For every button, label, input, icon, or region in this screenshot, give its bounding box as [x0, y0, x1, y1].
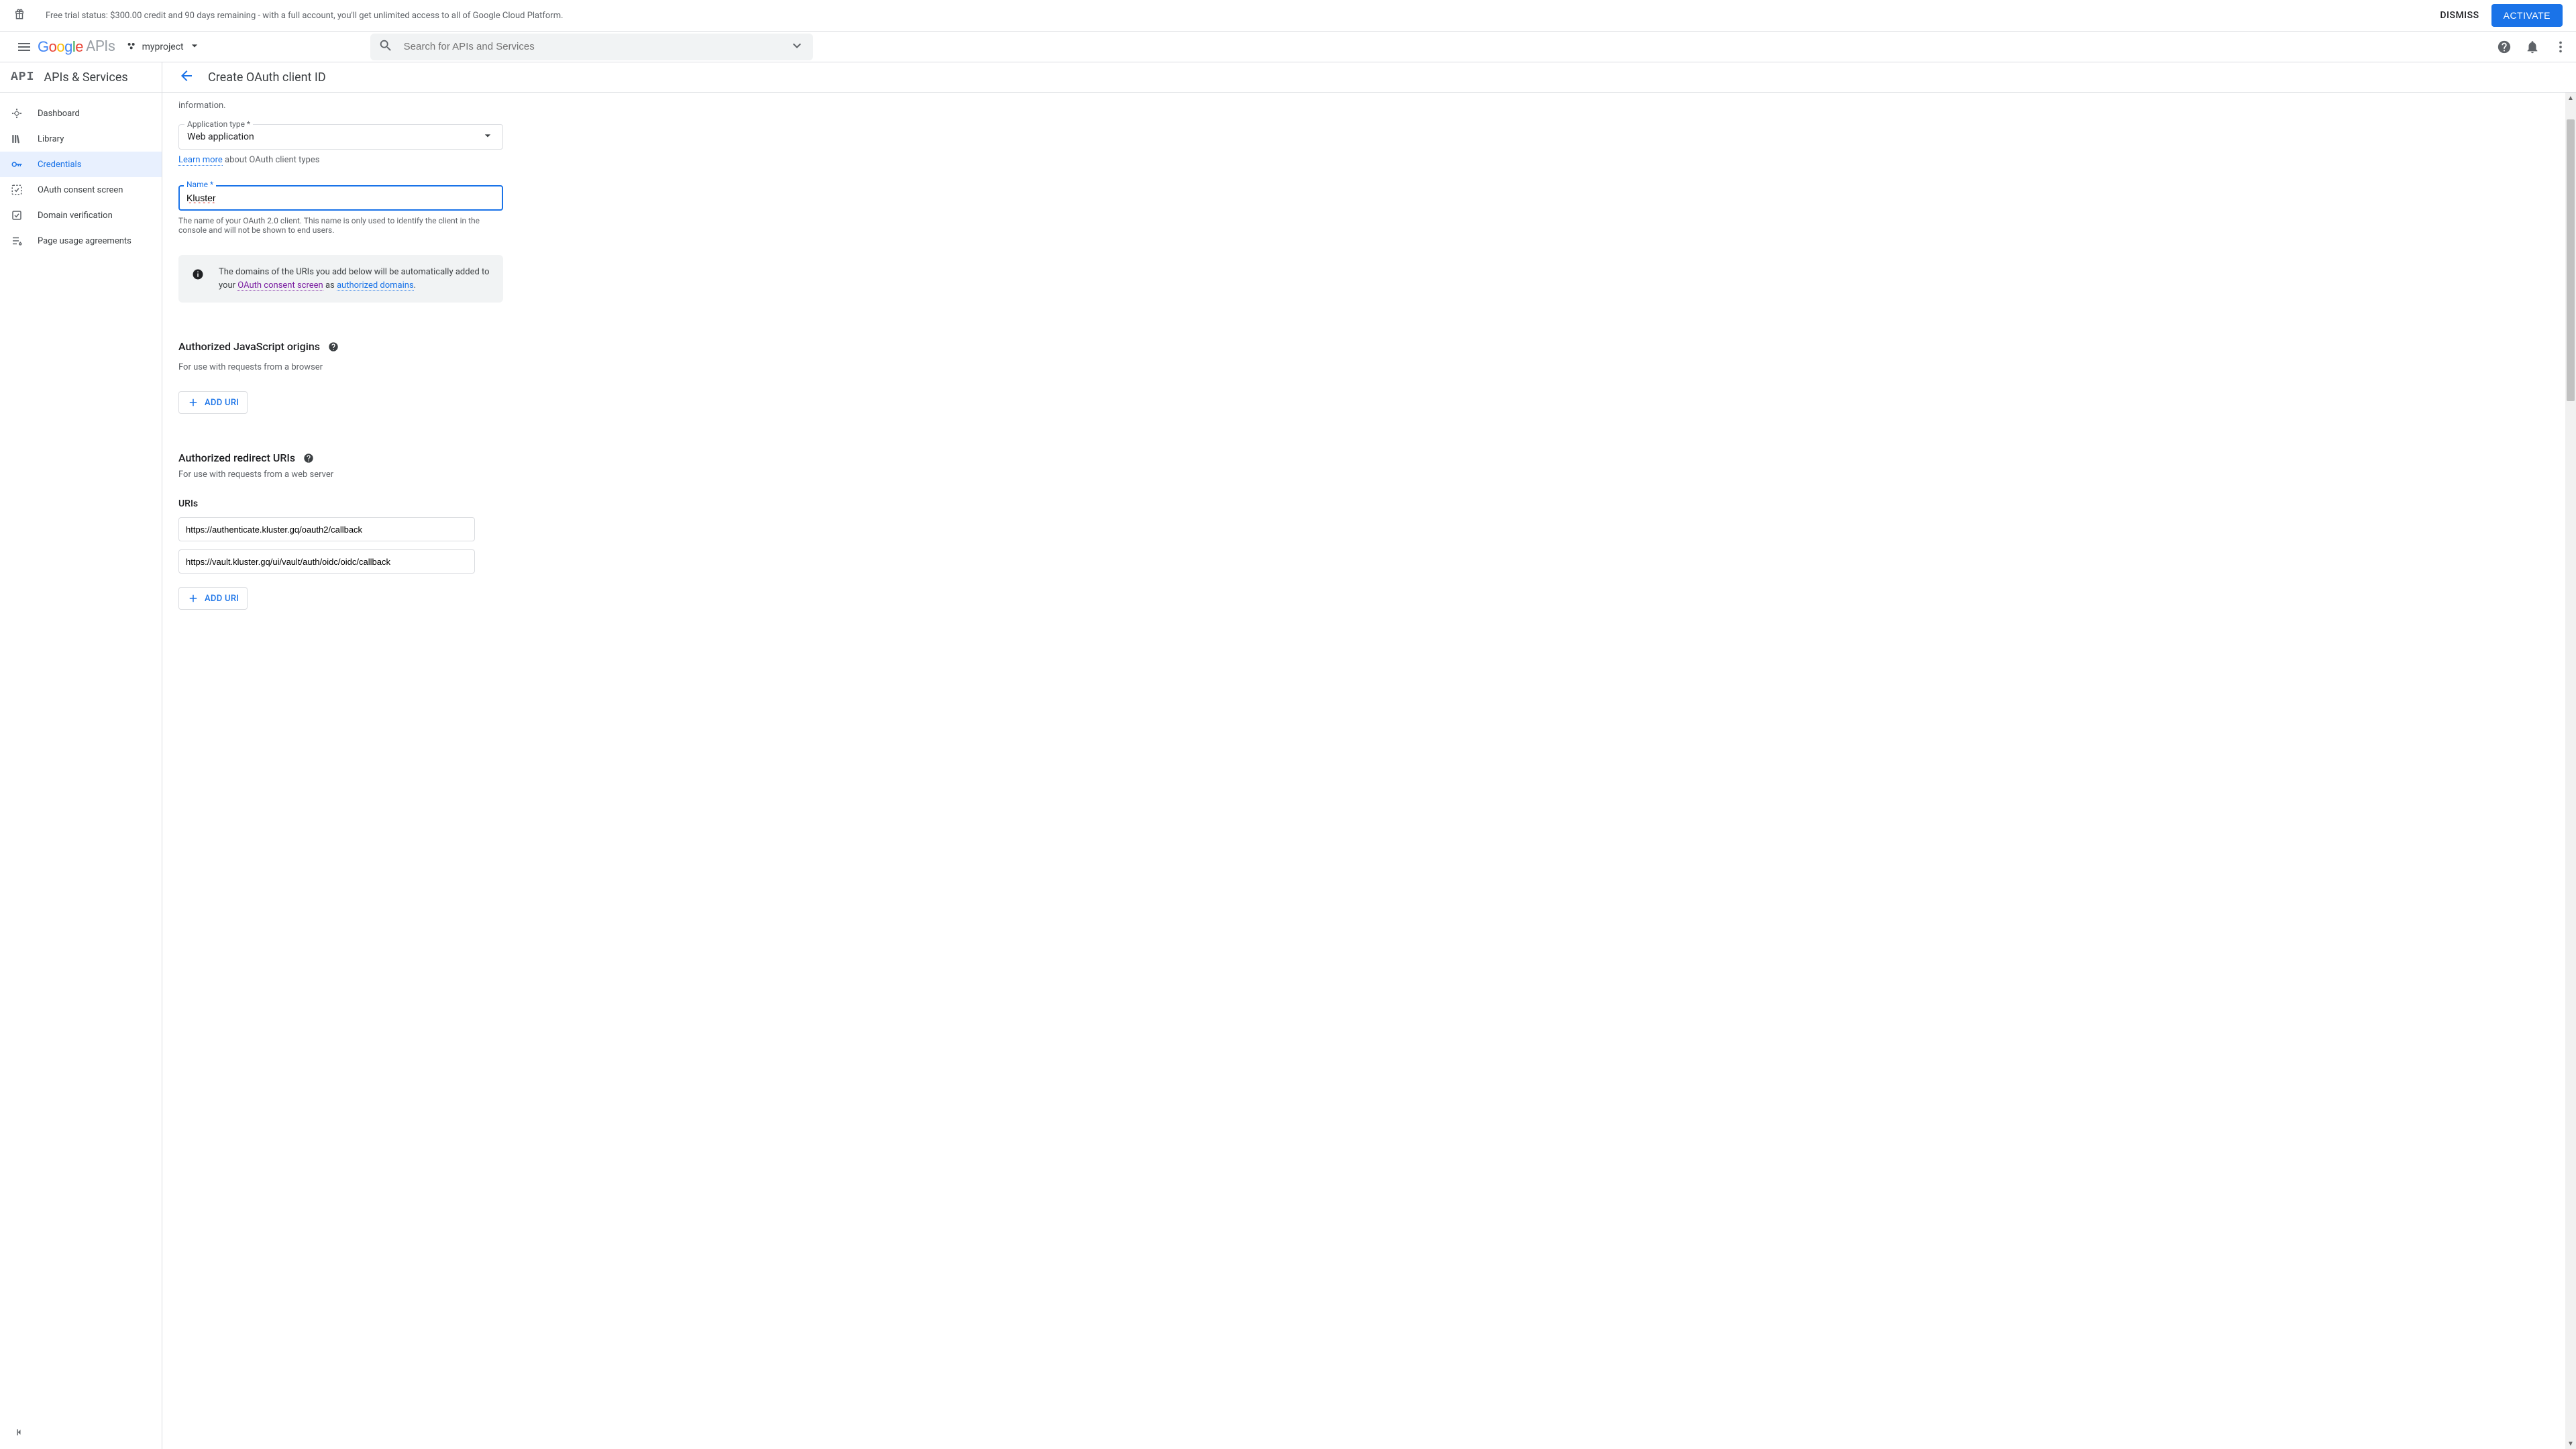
collapse-sidebar-button[interactable]: [13, 1426, 25, 1441]
nav-label: Page usage agreements: [38, 236, 131, 246]
project-scope-icon: [126, 40, 137, 54]
add-js-origin-button[interactable]: ADD URI: [178, 391, 248, 414]
add-redirect-uri-button[interactable]: ADD URI: [178, 587, 248, 610]
sidebar-item-library[interactable]: Library: [0, 126, 162, 152]
project-picker[interactable]: myproject: [126, 39, 201, 55]
sidebar-title: APIs & Services: [44, 70, 127, 85]
redirect-uris-heading: Authorized redirect URIs: [178, 451, 656, 464]
dismiss-button[interactable]: DISMISS: [2440, 10, 2479, 21]
sidebar-item-page-usage[interactable]: Page usage agreements: [0, 228, 162, 254]
authorized-domains-link[interactable]: authorized domains: [337, 280, 414, 291]
content-header: Create OAuth client ID: [162, 62, 2576, 93]
page-usage-icon: [11, 235, 27, 247]
trial-status-text: Free trial status: $300.00 credit and 90…: [46, 11, 2440, 21]
js-origins-heading: Authorized JavaScript origins: [178, 340, 656, 353]
hamburger-menu-button[interactable]: [8, 31, 40, 63]
dashboard-icon: [11, 107, 27, 119]
search-icon: [378, 38, 393, 56]
nav-label: Dashboard: [38, 109, 80, 119]
nav-label: Domain verification: [38, 211, 113, 221]
domain-check-icon: [11, 209, 27, 221]
nav-label: Credentials: [38, 160, 81, 170]
app-header: Google APIs myproject: [0, 32, 2576, 62]
domains-info-box: The domains of the URIs you add below wi…: [178, 255, 503, 303]
redirect-uri-input-2[interactable]: [178, 549, 475, 574]
vertical-scrollbar[interactable]: ▲ ▼: [2565, 93, 2576, 1449]
search-input[interactable]: [404, 41, 789, 52]
help-icon[interactable]: [328, 341, 339, 352]
more-vert-icon[interactable]: [2553, 40, 2568, 54]
help-icon[interactable]: [2497, 40, 2512, 54]
activate-button[interactable]: ACTIVATE: [2491, 4, 2563, 27]
intro-text-tail: information.: [178, 101, 656, 111]
help-icon[interactable]: [303, 453, 314, 464]
application-type-select[interactable]: Application type * Web application: [178, 124, 503, 150]
name-helper-text: The name of your OAuth 2.0 client. This …: [178, 216, 503, 235]
learn-more-line: Learn more about OAuth client types: [178, 155, 656, 165]
learn-more-link[interactable]: Learn more: [178, 155, 223, 166]
info-icon: [192, 268, 204, 292]
caret-down-icon: [481, 129, 494, 145]
search-bar[interactable]: [370, 34, 813, 60]
sidebar-item-domain-verification[interactable]: Domain verification: [0, 203, 162, 228]
library-icon: [11, 133, 27, 145]
uris-label: URIs: [178, 498, 656, 509]
redirect-uris-sub: For use with requests from a web server: [178, 470, 656, 480]
nav-label: Library: [38, 134, 64, 144]
gift-icon: [13, 8, 25, 23]
scroll-up-arrow[interactable]: ▲: [2565, 93, 2576, 103]
chevron-down-icon[interactable]: [789, 38, 805, 56]
name-input[interactable]: [178, 185, 503, 211]
js-origins-sub: For use with requests from a browser: [178, 362, 656, 372]
scroll-thumb[interactable]: [2567, 119, 2575, 401]
application-type-value: Web application: [187, 131, 254, 142]
trial-bar: Free trial status: $300.00 credit and 90…: [0, 0, 2576, 32]
page-title: Create OAuth client ID: [208, 70, 326, 85]
oauth-consent-link[interactable]: OAuth consent screen: [237, 280, 323, 291]
sidebar-item-dashboard[interactable]: Dashboard: [0, 101, 162, 126]
name-label: Name *: [184, 180, 216, 189]
project-name: myproject: [142, 42, 184, 52]
google-apis-logo[interactable]: Google APIs: [38, 38, 115, 56]
sidebar-header[interactable]: API APIs & Services: [0, 62, 162, 93]
application-type-label: Application type *: [184, 119, 253, 129]
back-arrow-button[interactable]: [178, 68, 195, 87]
key-icon: [11, 158, 27, 170]
notifications-icon[interactable]: [2525, 40, 2540, 54]
api-logo-icon: API: [11, 70, 34, 84]
redirect-uri-input-1[interactable]: [178, 517, 475, 541]
sidebar-item-credentials[interactable]: Credentials: [0, 152, 162, 177]
consent-screen-icon: [11, 184, 27, 196]
sidebar: API APIs & Services Dashboard Library: [0, 62, 162, 1449]
scroll-down-arrow[interactable]: ▼: [2565, 1438, 2576, 1449]
main-content: Create OAuth client ID information. Appl…: [162, 62, 2576, 1449]
sidebar-item-oauth-consent[interactable]: OAuth consent screen: [0, 177, 162, 203]
caret-down-icon: [188, 39, 201, 55]
nav-label: OAuth consent screen: [38, 185, 123, 195]
